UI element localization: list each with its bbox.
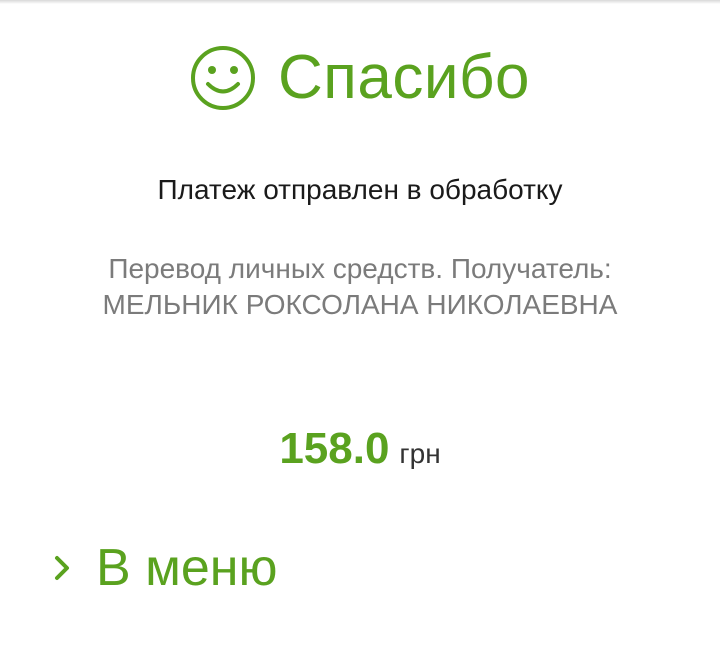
smile-icon <box>191 46 256 110</box>
recipient-name: МЕЛЬНИК РОКСОЛАНА НИКОЛАЕВНА <box>102 289 618 320</box>
payment-amount: 158.0 <box>279 424 390 473</box>
status-message: Платеж отправлен в обработку <box>157 174 563 205</box>
menu-link-label: В меню <box>96 539 278 597</box>
back-to-menu-button[interactable]: В меню <box>52 536 278 600</box>
top-shadow <box>0 0 720 4</box>
page-title: Спасибо <box>278 43 530 112</box>
payment-currency: грн <box>399 438 441 469</box>
chevron-right-icon <box>55 556 69 580</box>
amount-row: 158.0 грн <box>0 424 720 474</box>
transfer-details: Перевод личных средств. Получатель: МЕЛЬ… <box>40 251 680 323</box>
transfer-description: Перевод личных средств. Получатель: <box>108 253 612 284</box>
success-header: Спасибо <box>0 42 720 114</box>
